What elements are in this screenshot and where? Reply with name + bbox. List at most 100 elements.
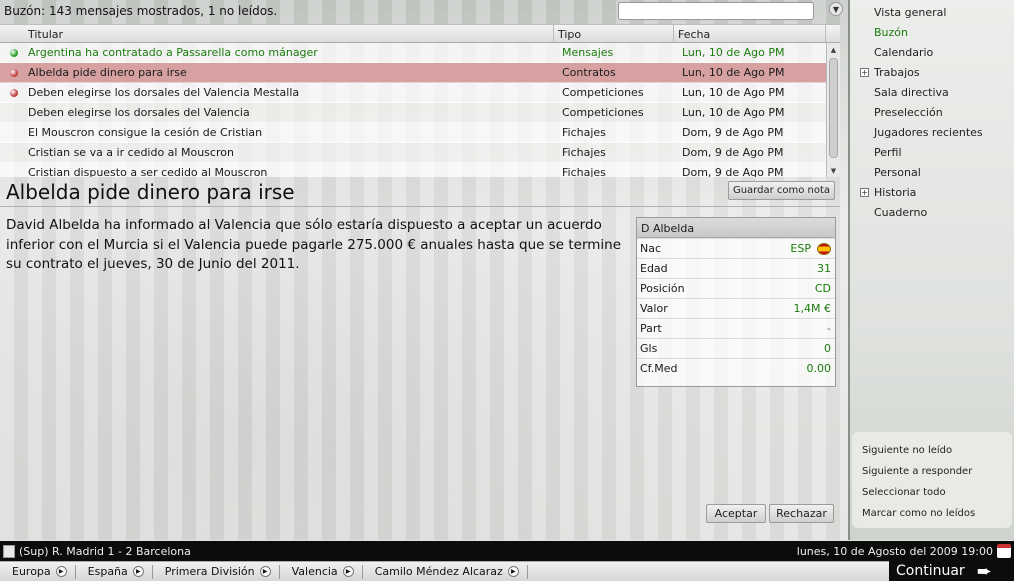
sidebar-action[interactable]: Marcar como no leídos [862, 508, 975, 519]
row-title: Deben elegirse los dorsales del Valencia [28, 106, 250, 119]
breadcrumb-label: Europa [12, 565, 51, 578]
row-date: Dom, 9 de Ago PM [682, 166, 784, 177]
column-header-type[interactable]: Tipo [554, 25, 674, 42]
player-stat-row: Edad 31 [637, 258, 835, 278]
table-row[interactable]: Argentina ha contratado a Passarella com… [0, 43, 826, 63]
sidebar-actions-panel: Siguiente no leído Siguiente a responder S… [852, 432, 1012, 528]
row-date: Dom, 9 de Ago PM [682, 126, 784, 139]
chevron-down-icon[interactable]: ▼ [829, 2, 843, 16]
save-as-note-button[interactable]: Guardar como nota [728, 181, 835, 200]
stat-value: 0 [824, 342, 831, 355]
stat-label: Cf.Med [640, 362, 678, 375]
row-title: Albelda pide dinero para irse [28, 66, 187, 79]
stat-value: 0.00 [806, 362, 832, 375]
table-row[interactable]: Cristian dispuesto a ser cedido al Mousc… [0, 163, 826, 177]
sidebar-item[interactable]: Preselección [874, 106, 943, 119]
row-title: Deben elegirse los dorsales del Valencia… [28, 86, 300, 99]
sidebar-action[interactable]: Siguiente no leído [862, 445, 952, 456]
player-stat-row: Part - [637, 318, 835, 338]
inbox-panel: Buzón: 143 mensajes mostrados, 1 no leíd… [0, 0, 848, 540]
table-row[interactable]: El Mouscron consigue la cesión de Cristi… [0, 123, 826, 143]
dropdown-arrow-icon[interactable]: ▶ [132, 566, 144, 577]
sidebar-item[interactable]: Cuaderno [874, 206, 927, 219]
dropdown-arrow-icon[interactable]: ▶ [507, 566, 519, 577]
row-title: Cristian dispuesto a ser cedido al Mousc… [28, 166, 268, 177]
breadcrumb-item[interactable]: Camilo Méndez Alcaraz ▶ [363, 564, 528, 579]
stat-label: Valor [640, 302, 668, 315]
row-title: El Mouscron consigue la cesión de Cristi… [28, 126, 263, 139]
continue-button[interactable]: Continuar ➨ [889, 561, 1014, 581]
sidebar-item[interactable]: Perfil [874, 146, 902, 159]
document-icon[interactable] [3, 544, 15, 558]
stat-label: Gls [640, 342, 658, 355]
player-stat-row: Gls 0 [637, 338, 835, 358]
message-list: Argentina ha contratado a Passarella com… [0, 43, 826, 177]
breadcrumb-item[interactable]: Valencia ▶ [280, 564, 363, 579]
sidebar-action[interactable]: Seleccionar todo [862, 487, 946, 498]
row-title: Cristian se va a ir cedido al Mouscron [28, 146, 234, 159]
scroll-up-icon[interactable]: ▲ [827, 43, 840, 56]
reject-button[interactable]: Rechazar [769, 504, 834, 523]
status-dot-icon [0, 48, 28, 57]
sidebar-item[interactable]: Jugadores recientes [874, 126, 983, 139]
message-list-scrollbar[interactable]: ▲ ▼ [826, 43, 840, 177]
message-title: Albelda pide dinero para irse [6, 180, 295, 204]
row-date: Lun, 10 de Ago PM [682, 86, 785, 99]
sidebar-item[interactable]: Sala directiva [874, 86, 949, 99]
column-header-title[interactable]: Titular [0, 25, 554, 42]
expand-icon[interactable]: + [860, 68, 869, 77]
message-body: David Albelda ha informado al Valencia q… [6, 217, 622, 272]
sidebar-item[interactable]: Historia [874, 186, 916, 199]
table-row[interactable]: Deben elegirse los dorsales del Valencia… [0, 103, 826, 123]
column-header-date[interactable]: Fecha [674, 25, 826, 42]
stat-value: - [827, 322, 831, 335]
stat-value: 31 [817, 262, 831, 275]
sidebar-action[interactable]: Siguiente a responder [862, 466, 972, 477]
scrollbar-thumb[interactable] [829, 58, 838, 158]
breadcrumb-item[interactable]: España ▶ [76, 564, 153, 579]
stat-label: Edad [640, 262, 668, 275]
player-name[interactable]: D Albelda [637, 218, 835, 238]
player-stat-row: Valor 1,4M € [637, 298, 835, 318]
table-row[interactable]: Albelda pide dinero para irse Contratos Lu… [0, 63, 826, 83]
row-date: Dom, 9 de Ago PM [682, 146, 784, 159]
accept-button[interactable]: Aceptar [706, 504, 766, 523]
stat-label: Posición [640, 282, 685, 295]
sidebar-item[interactable]: Buzón [874, 26, 908, 39]
dropdown-arrow-icon[interactable]: ▶ [259, 566, 271, 577]
row-type: Competiciones [562, 106, 644, 119]
scroll-down-icon[interactable]: ▼ [827, 164, 840, 177]
game-datetime: lunes, 10 de Agosto del 2009 19:00 [796, 544, 993, 558]
sidebar-item[interactable]: Trabajos [874, 66, 920, 79]
divider [0, 206, 840, 207]
search-input[interactable] [618, 2, 814, 20]
player-stat-row: Nac ESP [637, 238, 835, 258]
row-type: Fichajes [562, 146, 606, 159]
breadcrumb: Europa ▶ España ▶ Primera División ▶ Valencia ▶… [0, 561, 1014, 581]
table-row[interactable]: Deben elegirse los dorsales del Valencia… [0, 83, 826, 103]
breadcrumb-item[interactable]: Europa ▶ [0, 564, 76, 579]
row-type: Contratos [562, 66, 616, 79]
row-type: Fichajes [562, 166, 606, 177]
calendar-icon[interactable] [997, 544, 1011, 558]
spain-flag-icon [817, 242, 831, 255]
row-date: Lun, 10 de Ago PM [682, 106, 785, 119]
table-row[interactable]: Cristian se va a ir cedido al Mouscron Fi… [0, 143, 826, 163]
dropdown-arrow-icon[interactable]: ▶ [55, 566, 67, 577]
sidebar-item[interactable]: Vista general [874, 6, 946, 19]
live-score[interactable]: (Sup) R. Madrid 1 - 2 Barcelona [19, 545, 191, 558]
player-info-card: D Albelda Nac ESP Edad 31 Posición CD Valor 1,4… [636, 217, 836, 387]
expand-icon[interactable]: + [860, 188, 869, 197]
message-table-header: Titular Tipo Fecha [0, 24, 840, 43]
dropdown-arrow-icon[interactable]: ▶ [342, 566, 354, 577]
breadcrumb-item[interactable]: Primera División ▶ [153, 564, 280, 579]
continue-label: Continuar [896, 563, 965, 579]
inbox-status-text: Buzón: 143 mensajes mostrados, 1 no leíd… [4, 4, 278, 18]
sidebar-item[interactable]: Calendario [874, 46, 933, 59]
row-type: Competiciones [562, 86, 644, 99]
row-type: Mensajes [562, 46, 614, 59]
stat-label: Part [640, 322, 662, 335]
breadcrumb-label: España [87, 565, 128, 578]
stat-label: Nac [640, 242, 662, 255]
sidebar-item[interactable]: Personal [874, 166, 921, 179]
